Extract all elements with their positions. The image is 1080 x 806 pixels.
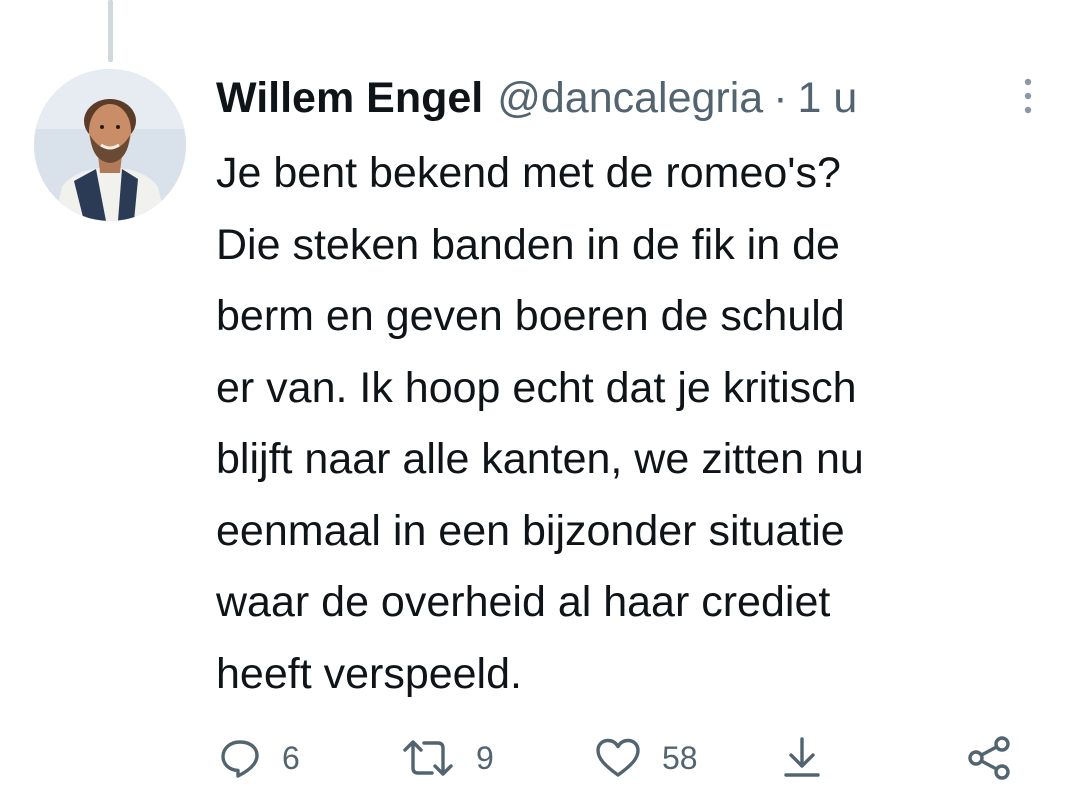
- retweet-button[interactable]: 9: [400, 732, 494, 784]
- author-name[interactable]: Willem Engel: [216, 74, 483, 123]
- more-vertical-icon[interactable]: [1016, 76, 1040, 116]
- tweet-text-line: eenmaal in een bijzonder situatie: [216, 506, 845, 555]
- author-handle[interactable]: @dancalegria: [497, 74, 763, 123]
- download-button[interactable]: [780, 732, 824, 784]
- like-button[interactable]: 58: [594, 732, 698, 784]
- tweet-text-line: Je bent bekend met de romeo's?: [216, 149, 841, 197]
- avatar-image: [34, 69, 186, 221]
- tweet-text-line: er van. Ik hoop echt dat je kritisch: [216, 363, 857, 412]
- like-count: 58: [662, 739, 698, 776]
- reply-button[interactable]: 6: [218, 732, 300, 784]
- tweet-text-line: heeft verspeeld.: [216, 649, 522, 698]
- tweet-actions: 6 9 58: [218, 732, 1018, 784]
- timestamp[interactable]: 1 u: [798, 74, 858, 123]
- tweet-header: Willem Engel @dancalegria · 1 u: [216, 68, 1040, 128]
- tweet-text-line: blijft naar alle kanten, we zitten nu: [216, 435, 864, 483]
- thread-line: [108, 0, 113, 62]
- separator-dot: ·: [773, 73, 788, 122]
- tweet-text-line: berm en geven boeren de schuld: [216, 292, 845, 340]
- tweet-text-line: Die steken banden in de fik in de: [216, 220, 840, 269]
- reply-icon: [221, 740, 259, 778]
- share-button[interactable]: [966, 732, 1012, 784]
- retweet-count: 9: [476, 739, 494, 776]
- tweet-text: Je bent bekend met de romeo's? Die steke…: [216, 138, 1056, 710]
- avatar[interactable]: [34, 69, 186, 221]
- reply-count: 6: [282, 739, 300, 776]
- heart-icon: [596, 738, 640, 777]
- tweet-text-line: waar de overheid al haar crediet: [216, 578, 831, 626]
- download-icon: [784, 737, 820, 777]
- share-icon: [968, 736, 1010, 780]
- retweet-icon: [403, 740, 453, 776]
